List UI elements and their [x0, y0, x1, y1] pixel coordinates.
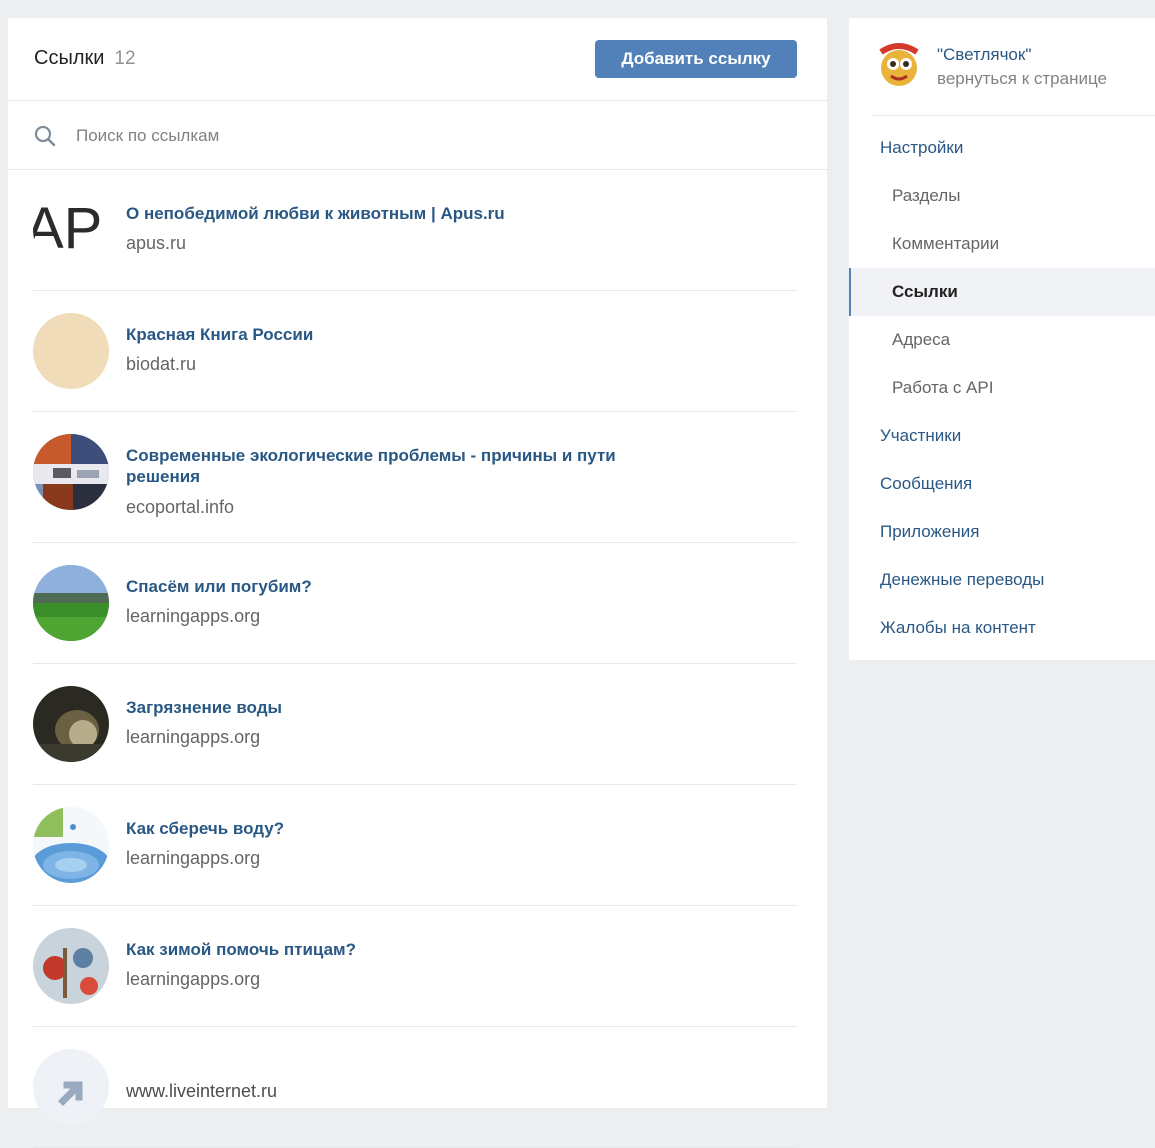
list-item: Спасём или погубим? learningapps.org — [33, 543, 797, 664]
menu-item-money-transfers[interactable]: Денежные переводы — [849, 556, 1155, 604]
link-domain: learningapps.org — [126, 969, 261, 989]
community-sidebar: "Светлячок" вернуться к странице Настрой… — [849, 18, 1155, 660]
menu-item-content-complaints[interactable]: Жалобы на контент — [849, 604, 1155, 652]
link-thumbnail[interactable] — [33, 434, 109, 510]
menu-item-sections[interactable]: Разделы — [849, 172, 1155, 220]
menu-item-apps[interactable]: Приложения — [849, 508, 1155, 556]
page-title-text: Ссылки — [34, 47, 105, 69]
group-header: "Светлячок" вернуться к странице — [871, 18, 1155, 116]
link-thumbnail[interactable] — [33, 313, 109, 389]
links-header: Ссылки 12 Добавить ссылку — [8, 18, 827, 101]
search-icon — [34, 125, 56, 147]
link-title[interactable]: Как зимой помочь птицам? — [126, 939, 686, 960]
link-thumbnail[interactable] — [33, 686, 109, 762]
link-domain: ecoportal.info — [126, 497, 235, 517]
avatar[interactable] — [873, 40, 925, 92]
menu-item-members[interactable]: Участники — [849, 412, 1155, 460]
link-thumbnail[interactable] — [33, 807, 109, 883]
add-link-button[interactable]: Добавить ссылку — [595, 40, 797, 78]
link-icon[interactable] — [33, 1049, 109, 1125]
list-item: Красная Книга России biodat.ru — [33, 291, 797, 412]
menu-item-api[interactable]: Работа с API — [849, 364, 1155, 412]
menu-item-links[interactable]: Ссылки — [849, 268, 1155, 316]
link-thumbnail[interactable] — [33, 928, 109, 1004]
link-title[interactable]: Красная Книга России — [126, 324, 686, 345]
list-item: AP О непобедимой любви к животным | Apus… — [33, 170, 797, 291]
link-domain: learningapps.org — [126, 606, 261, 626]
link-domain: apus.ru — [126, 233, 187, 253]
link-thumbnail[interactable]: AP — [33, 192, 109, 268]
list-item: Загрязнение воды learningapps.org — [33, 664, 797, 785]
list-item: www.liveinternet.ru — [33, 1027, 797, 1148]
search-input[interactable] — [74, 121, 778, 151]
link-title[interactable]: Загрязнение воды — [126, 697, 686, 718]
link-thumbnail[interactable] — [33, 565, 109, 641]
link-domain[interactable]: www.liveinternet.ru — [126, 1081, 277, 1102]
back-to-page-link[interactable]: вернуться к странице — [937, 69, 1107, 89]
link-title[interactable]: Как сберечь воду? — [126, 818, 686, 839]
menu-item-addresses[interactable]: Адреса — [849, 316, 1155, 364]
menu-item-settings[interactable]: Настройки — [849, 124, 1155, 172]
list-item: Как сберечь воду? learningapps.org — [33, 785, 797, 906]
link-title[interactable]: Современные экологические проблемы - при… — [126, 445, 686, 487]
link-title[interactable]: О непобедимой любви к животным | Apus.ru — [126, 203, 686, 224]
link-domain: learningapps.org — [126, 727, 261, 747]
menu-item-messages[interactable]: Сообщения — [849, 460, 1155, 508]
list-item: Как зимой помочь птицам? learningapps.or… — [33, 906, 797, 1027]
links-panel: Ссылки 12 Добавить ссылку AP О непобедимо… — [8, 18, 827, 1148]
group-name-link[interactable]: "Светлячок" — [937, 45, 1031, 65]
search-bar — [8, 101, 827, 170]
links-count: 12 — [114, 48, 136, 69]
link-domain: learningapps.org — [126, 848, 261, 868]
list-item: Современные экологические проблемы - при… — [33, 412, 797, 543]
menu-item-comments[interactable]: Комментарии — [849, 220, 1155, 268]
page-title: Ссылки 12 — [34, 47, 136, 70]
apus-logo-text: AP — [33, 196, 102, 261]
link-title[interactable]: Спасём или погубим? — [126, 576, 686, 597]
link-list: AP О непобедимой любви к животным | Apus… — [8, 170, 827, 1148]
settings-menu: Настройки Разделы Комментарии Ссылки Адр… — [849, 124, 1155, 652]
link-domain: biodat.ru — [126, 354, 197, 374]
